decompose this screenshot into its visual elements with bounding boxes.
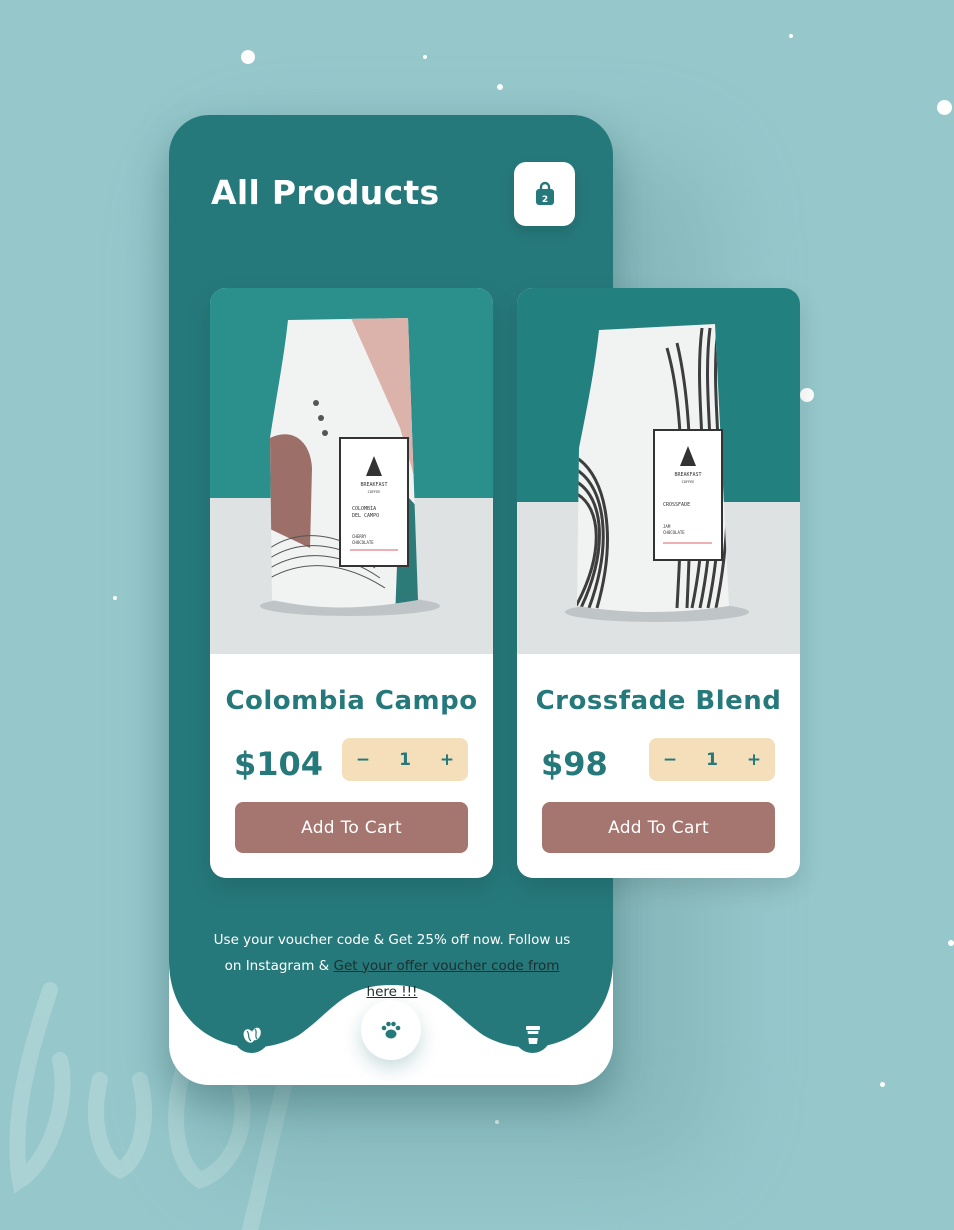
paw-icon bbox=[381, 1021, 401, 1039]
decrement-button[interactable]: − bbox=[656, 750, 684, 770]
add-to-cart-button[interactable]: Add To Cart bbox=[235, 802, 468, 853]
bag-notes: JAM bbox=[663, 524, 671, 529]
quantity-stepper: − 1 + bbox=[649, 738, 775, 781]
coffee-cup-icon bbox=[525, 1025, 540, 1044]
decrement-button[interactable]: − bbox=[349, 750, 377, 770]
increment-button[interactable]: + bbox=[740, 750, 768, 770]
decor-dot bbox=[937, 100, 952, 115]
bag-notes: CHERRY bbox=[352, 534, 367, 539]
bag-origin-2: DEL CAMPO bbox=[352, 513, 379, 519]
quantity-value: 1 bbox=[399, 749, 411, 770]
bag-brand: BREAKFAST bbox=[360, 482, 387, 488]
decor-dot bbox=[800, 388, 814, 402]
product-price: $98 bbox=[541, 745, 608, 783]
product-price: $104 bbox=[234, 745, 324, 783]
decor-dot bbox=[423, 55, 427, 59]
bag-notes-2: CHOCOLATE bbox=[663, 530, 685, 535]
bag-origin: COLOMBIA bbox=[352, 506, 376, 512]
bag-sub: COFFEE bbox=[368, 490, 381, 494]
decor-dot bbox=[948, 940, 954, 946]
quantity-stepper: − 1 + bbox=[342, 738, 468, 781]
cart-count: 2 bbox=[541, 195, 547, 205]
bag-sub: COFFEE bbox=[682, 480, 695, 484]
nav-paw[interactable] bbox=[361, 1000, 421, 1060]
add-to-cart-button[interactable]: Add To Cart bbox=[542, 802, 775, 853]
coffee-bean-icon bbox=[243, 1027, 261, 1043]
product-image: BREAKFAST COFFEE CROSSFADE JAM CHOCOLATE bbox=[517, 288, 800, 654]
promo-text: Use your voucher code & Get 25% off now.… bbox=[209, 927, 575, 1005]
nav-coffee-bean[interactable] bbox=[233, 1016, 270, 1053]
shopping-bag-icon: 2 bbox=[535, 181, 554, 205]
decor-dot bbox=[789, 34, 793, 38]
product-card: BREAKFAST COFFEE CROSSFADE JAM CHOCOLATE… bbox=[517, 288, 800, 878]
page-title: All Products bbox=[211, 173, 440, 212]
product-image: BREAKFAST COFFEE COLOMBIA DEL CAMPO CHER… bbox=[210, 288, 493, 654]
decor-dot bbox=[241, 50, 255, 64]
nav-coffee-cup[interactable] bbox=[514, 1016, 551, 1053]
decor-dot bbox=[880, 1082, 885, 1087]
product-card: BREAKFAST COFFEE COLOMBIA DEL CAMPO CHER… bbox=[210, 288, 493, 878]
product-name: Colombia Campo bbox=[225, 686, 478, 716]
bag-brand: BREAKFAST bbox=[674, 472, 701, 478]
quantity-value: 1 bbox=[706, 749, 718, 770]
bag-notes-2: CHOCOLATE bbox=[352, 540, 374, 545]
bag-origin: CROSSFADE bbox=[663, 502, 690, 508]
voucher-link[interactable]: Get your offer voucher code from here !!… bbox=[334, 958, 560, 1000]
cart-button[interactable]: 2 bbox=[514, 162, 575, 226]
increment-button[interactable]: + bbox=[433, 750, 461, 770]
product-name: Crossfade Blend bbox=[535, 686, 782, 716]
decor-dot bbox=[113, 596, 117, 600]
decor-dot bbox=[497, 84, 503, 90]
